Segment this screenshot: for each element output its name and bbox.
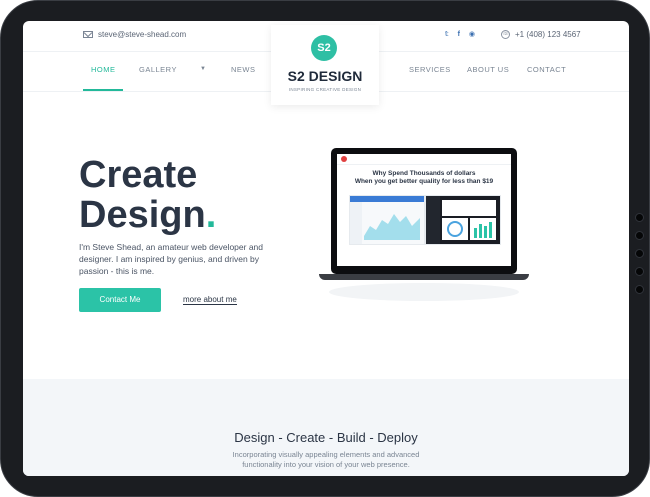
- preview-nav: [337, 154, 511, 165]
- side-button-3: [635, 249, 644, 258]
- envelope-icon: [83, 31, 93, 38]
- preview-dashboard-dark: [425, 195, 501, 245]
- tablet-frame: steve@steve-shead.com 𝕥 f ◉ ☏ +1 (408) 1…: [0, 0, 650, 497]
- website-screen: steve@steve-shead.com 𝕥 f ◉ ☏ +1 (408) 1…: [23, 21, 629, 476]
- nav-gallery[interactable]: GALLERY: [139, 65, 177, 74]
- side-button-2: [635, 231, 644, 240]
- chevron-down-icon[interactable]: ▼: [200, 66, 206, 72]
- hero-title-line1: Create: [79, 154, 198, 196]
- nav-about-us[interactable]: ABOUT US: [467, 65, 509, 74]
- services-band: Design - Create - Build - Deploy Incorpo…: [23, 379, 629, 476]
- twitter-icon[interactable]: 𝕥: [445, 30, 449, 38]
- hero-title-line2: Design: [79, 194, 206, 236]
- side-button-1: [635, 213, 644, 222]
- hero-title-dot: .: [205, 194, 217, 236]
- preview-chart-dark: [426, 196, 496, 244]
- nav-news[interactable]: NEWS: [231, 65, 256, 74]
- phone-text: +1 (408) 123 4567: [515, 30, 581, 39]
- email-contact[interactable]: steve@steve-shead.com: [83, 30, 186, 39]
- laptop-screen-content: Why Spend Thousands of dollars When you …: [337, 154, 511, 266]
- preview-chart-light: [350, 196, 424, 244]
- laptop-base: [319, 274, 529, 280]
- phone-icon: ☏: [501, 30, 510, 39]
- laptop-shadow: [329, 283, 519, 301]
- laptop-mockup: Why Spend Thousands of dollars When you …: [331, 148, 517, 274]
- preview-heading-line1: Why Spend Thousands of dollars: [372, 170, 476, 177]
- nav-services[interactable]: SERVICES: [409, 65, 451, 74]
- band-description: Incorporating visually appealing element…: [232, 450, 420, 469]
- nav-contact[interactable]: CONTACT: [527, 65, 566, 74]
- social-links: 𝕥 f ◉: [445, 30, 475, 39]
- preview-heading-line2: When you get better quality for less tha…: [354, 178, 494, 185]
- globe-icon[interactable]: ◉: [469, 30, 475, 38]
- side-button-4: [635, 267, 644, 276]
- facebook-icon[interactable]: f: [458, 31, 460, 38]
- nav-active-indicator: [83, 89, 123, 91]
- hero-title: Create Design.: [79, 155, 216, 235]
- contact-me-button[interactable]: Contact Me: [79, 288, 161, 312]
- phone-contact[interactable]: ☏ +1 (408) 123 4567: [501, 30, 581, 39]
- preview-heading: Why Spend Thousands of dollars When you …: [337, 170, 511, 186]
- more-about-me-link[interactable]: more about me: [183, 295, 237, 305]
- logo-tagline: INSPIRING CREATIVE DESIGN: [288, 87, 362, 92]
- site-logo[interactable]: S2 S2 DESIGN INSPIRING CREATIVE DESIGN: [271, 25, 379, 105]
- side-button-5: [635, 285, 644, 294]
- hero-title-line2-wrap: Design.: [79, 195, 216, 235]
- nav-home[interactable]: HOME: [91, 65, 116, 74]
- preview-dashboard-light: [349, 195, 425, 245]
- preview-logo-icon: [341, 156, 347, 162]
- logo-badge: S2: [311, 35, 337, 61]
- email-text: steve@steve-shead.com: [98, 30, 187, 39]
- band-title: Design - Create - Build - Deploy: [234, 430, 418, 445]
- hero-description: I'm Steve Shead, an amateur web develope…: [79, 242, 264, 276]
- logo-name: S2 DESIGN: [287, 68, 363, 84]
